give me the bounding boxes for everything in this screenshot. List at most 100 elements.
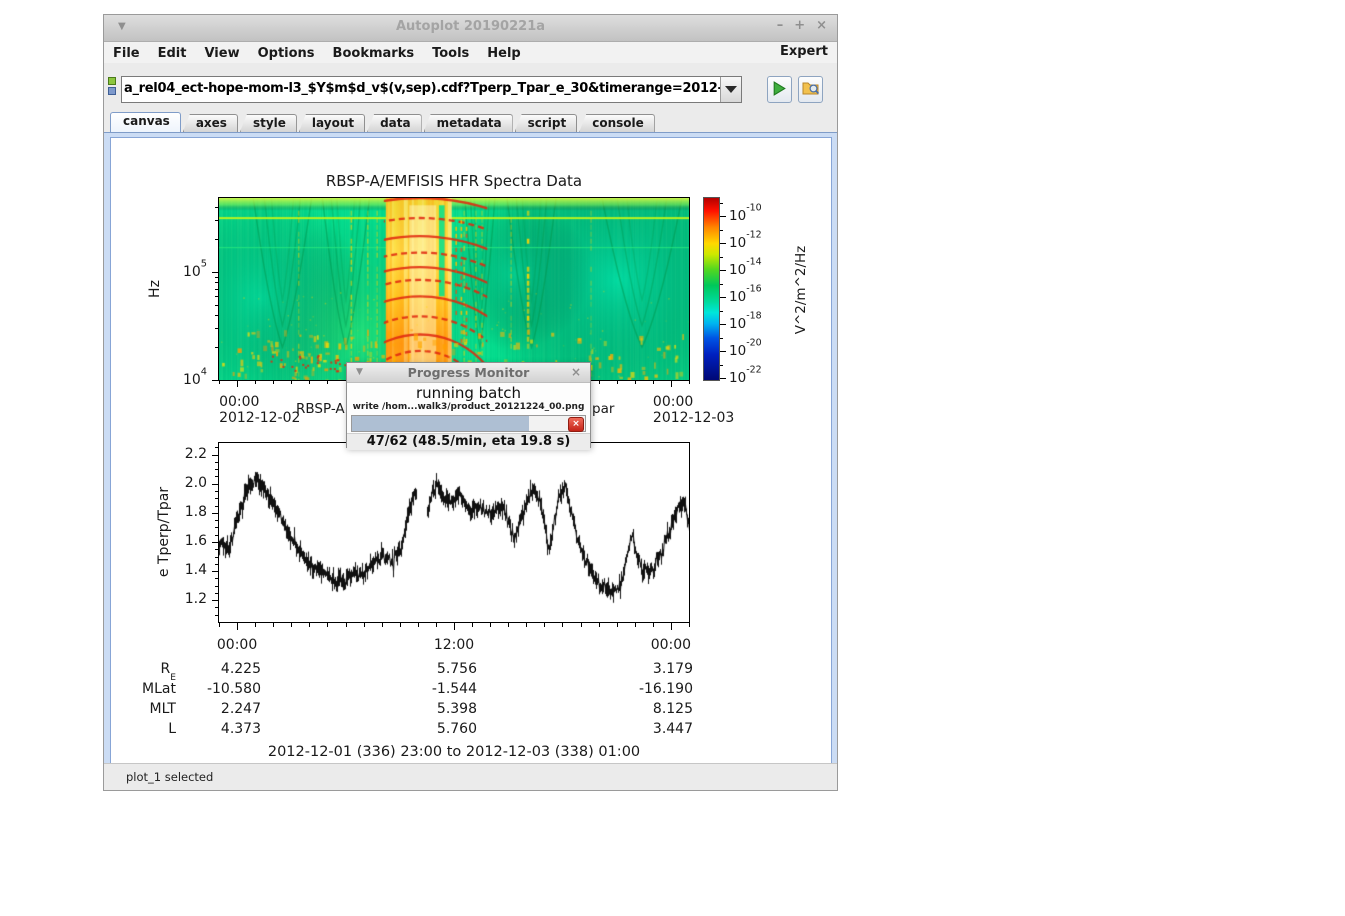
axis-tick xyxy=(215,239,219,240)
ephemeris-value: 3.179 xyxy=(653,661,693,677)
ephemeris-row-label: MLat xyxy=(142,681,176,697)
axis-tick xyxy=(291,623,292,627)
uri-dropdown-button[interactable] xyxy=(720,77,741,102)
axis-tick xyxy=(212,484,219,485)
plot1-spectrogram-box[interactable] xyxy=(218,197,690,381)
ephemeris-value: 5.756 xyxy=(437,661,477,677)
axis-tick xyxy=(720,378,726,379)
axis-tick xyxy=(215,447,219,448)
tab-layout[interactable]: layout xyxy=(299,114,365,132)
colorbar-tick-label: 10-12 xyxy=(729,233,762,251)
plot-canvas[interactable]: RBSP-A/EMFISIS HFR Spectra Data Hz V^2/m… xyxy=(110,137,832,764)
dialog-close-icon[interactable]: × xyxy=(571,365,581,379)
axis-tick xyxy=(215,315,219,316)
menu-bookmarks[interactable]: Bookmarks xyxy=(324,44,424,61)
ephemeris-value: 5.398 xyxy=(437,701,477,717)
axis-tick xyxy=(653,381,654,384)
axis-tick xyxy=(364,623,365,627)
axis-tick xyxy=(215,462,219,463)
plot2-line-box[interactable] xyxy=(218,442,690,623)
menu-items: FileEditViewOptionsBookmarksToolsHelp xyxy=(104,42,530,61)
axis-tick xyxy=(720,351,726,352)
axis-tick xyxy=(671,381,672,387)
tab-data[interactable]: data xyxy=(367,114,422,132)
plot2-ytick-label: 1.8 xyxy=(185,504,207,520)
axis-tick xyxy=(454,623,455,630)
plot2-ytick-label: 1.2 xyxy=(185,591,207,607)
axis-tick xyxy=(215,498,219,499)
axis-tick xyxy=(215,593,219,594)
axis-tick xyxy=(490,623,491,627)
tab-axes[interactable]: axes xyxy=(183,114,238,132)
tab-script[interactable]: script xyxy=(515,114,578,132)
maximize-icon[interactable]: + xyxy=(794,18,805,33)
spectrogram-image[interactable] xyxy=(219,198,689,380)
minimize-icon[interactable]: – xyxy=(777,18,784,33)
axis-tick xyxy=(212,542,219,543)
axis-tick xyxy=(215,469,219,470)
axis-tick xyxy=(599,623,600,627)
axis-tick xyxy=(215,564,219,565)
play-icon xyxy=(771,80,788,97)
axis-tick xyxy=(508,623,509,627)
menu-file[interactable]: File xyxy=(104,44,149,61)
axis-tick xyxy=(215,282,219,283)
menu-options[interactable]: Options xyxy=(249,44,324,61)
window-title: Autoplot 20190221a xyxy=(104,19,837,34)
menu-expert[interactable]: Expert xyxy=(780,44,828,59)
tab-metadata[interactable]: metadata xyxy=(424,114,513,132)
tab-style[interactable]: style xyxy=(240,114,297,132)
ephemeris-value: 4.225 xyxy=(221,661,261,677)
axis-tick xyxy=(327,623,328,627)
ephemeris-row-label: MLT xyxy=(149,701,176,717)
go-button[interactable] xyxy=(767,76,792,103)
close-icon[interactable]: × xyxy=(816,18,827,33)
menu-help[interactable]: Help xyxy=(478,44,529,61)
progress-dialog-titlebar[interactable]: ▼ Progress Monitor × xyxy=(347,363,590,383)
axis-tick xyxy=(720,230,723,231)
axis-tick xyxy=(215,207,219,208)
axis-tick xyxy=(212,600,219,601)
page: ▼ Autoplot 20190221a – + × FileEditViewO… xyxy=(0,0,1345,916)
progress-monitor-dialog: ▼ Progress Monitor × running batch write… xyxy=(346,362,591,448)
colorbar-tick-label: 10-18 xyxy=(729,314,762,332)
axis-tick xyxy=(237,623,238,630)
plot1-ytick-label: 105 xyxy=(183,262,207,280)
menu-edit[interactable]: Edit xyxy=(149,44,196,61)
axis-tick xyxy=(212,455,219,456)
axis-tick xyxy=(720,338,723,339)
axis-tick xyxy=(544,623,545,627)
colorbar-tick-label: 10-10 xyxy=(729,206,762,224)
inspect-uri-button[interactable] xyxy=(798,76,823,103)
cancel-button[interactable]: × xyxy=(568,417,584,432)
ephemeris-value: -10.580 xyxy=(207,681,261,697)
progress-task-label: running batch xyxy=(347,384,590,402)
folder-search-icon xyxy=(802,80,820,96)
axis-tick xyxy=(720,243,726,244)
axis-tick xyxy=(212,571,219,572)
time-range-label: 2012-12-01 (336) 23:00 to 2012-12-03 (33… xyxy=(219,744,689,760)
axis-tick xyxy=(720,311,723,312)
tab-canvas[interactable]: canvas xyxy=(110,112,181,132)
axis-tick xyxy=(212,513,219,514)
green-square-icon xyxy=(108,77,116,85)
axis-tick xyxy=(562,623,563,627)
window-titlebar[interactable]: ▼ Autoplot 20190221a – + × xyxy=(104,15,837,42)
line-plot-image[interactable] xyxy=(219,443,689,622)
uri-input[interactable]: a_rel04_ect-hope-mom-l3_$Y$m$d_v$(v,sep)… xyxy=(124,81,720,96)
plot2-ytick-label: 2.0 xyxy=(185,475,207,491)
ephemeris-row-label: L xyxy=(168,721,176,737)
axis-tick xyxy=(273,623,274,627)
axis-tick xyxy=(219,381,220,384)
axis-tick xyxy=(212,272,219,273)
menu-view[interactable]: View xyxy=(195,44,248,61)
plot2-xtick-label: 12:00 xyxy=(434,637,474,653)
axis-tick xyxy=(215,578,219,579)
axis-tick xyxy=(215,347,219,348)
menu-tools[interactable]: Tools xyxy=(423,44,478,61)
axis-tick xyxy=(720,365,723,366)
axis-tick xyxy=(291,381,292,384)
axis-tick xyxy=(255,623,256,627)
colorbar[interactable] xyxy=(703,197,720,381)
tab-console[interactable]: console xyxy=(579,114,655,132)
